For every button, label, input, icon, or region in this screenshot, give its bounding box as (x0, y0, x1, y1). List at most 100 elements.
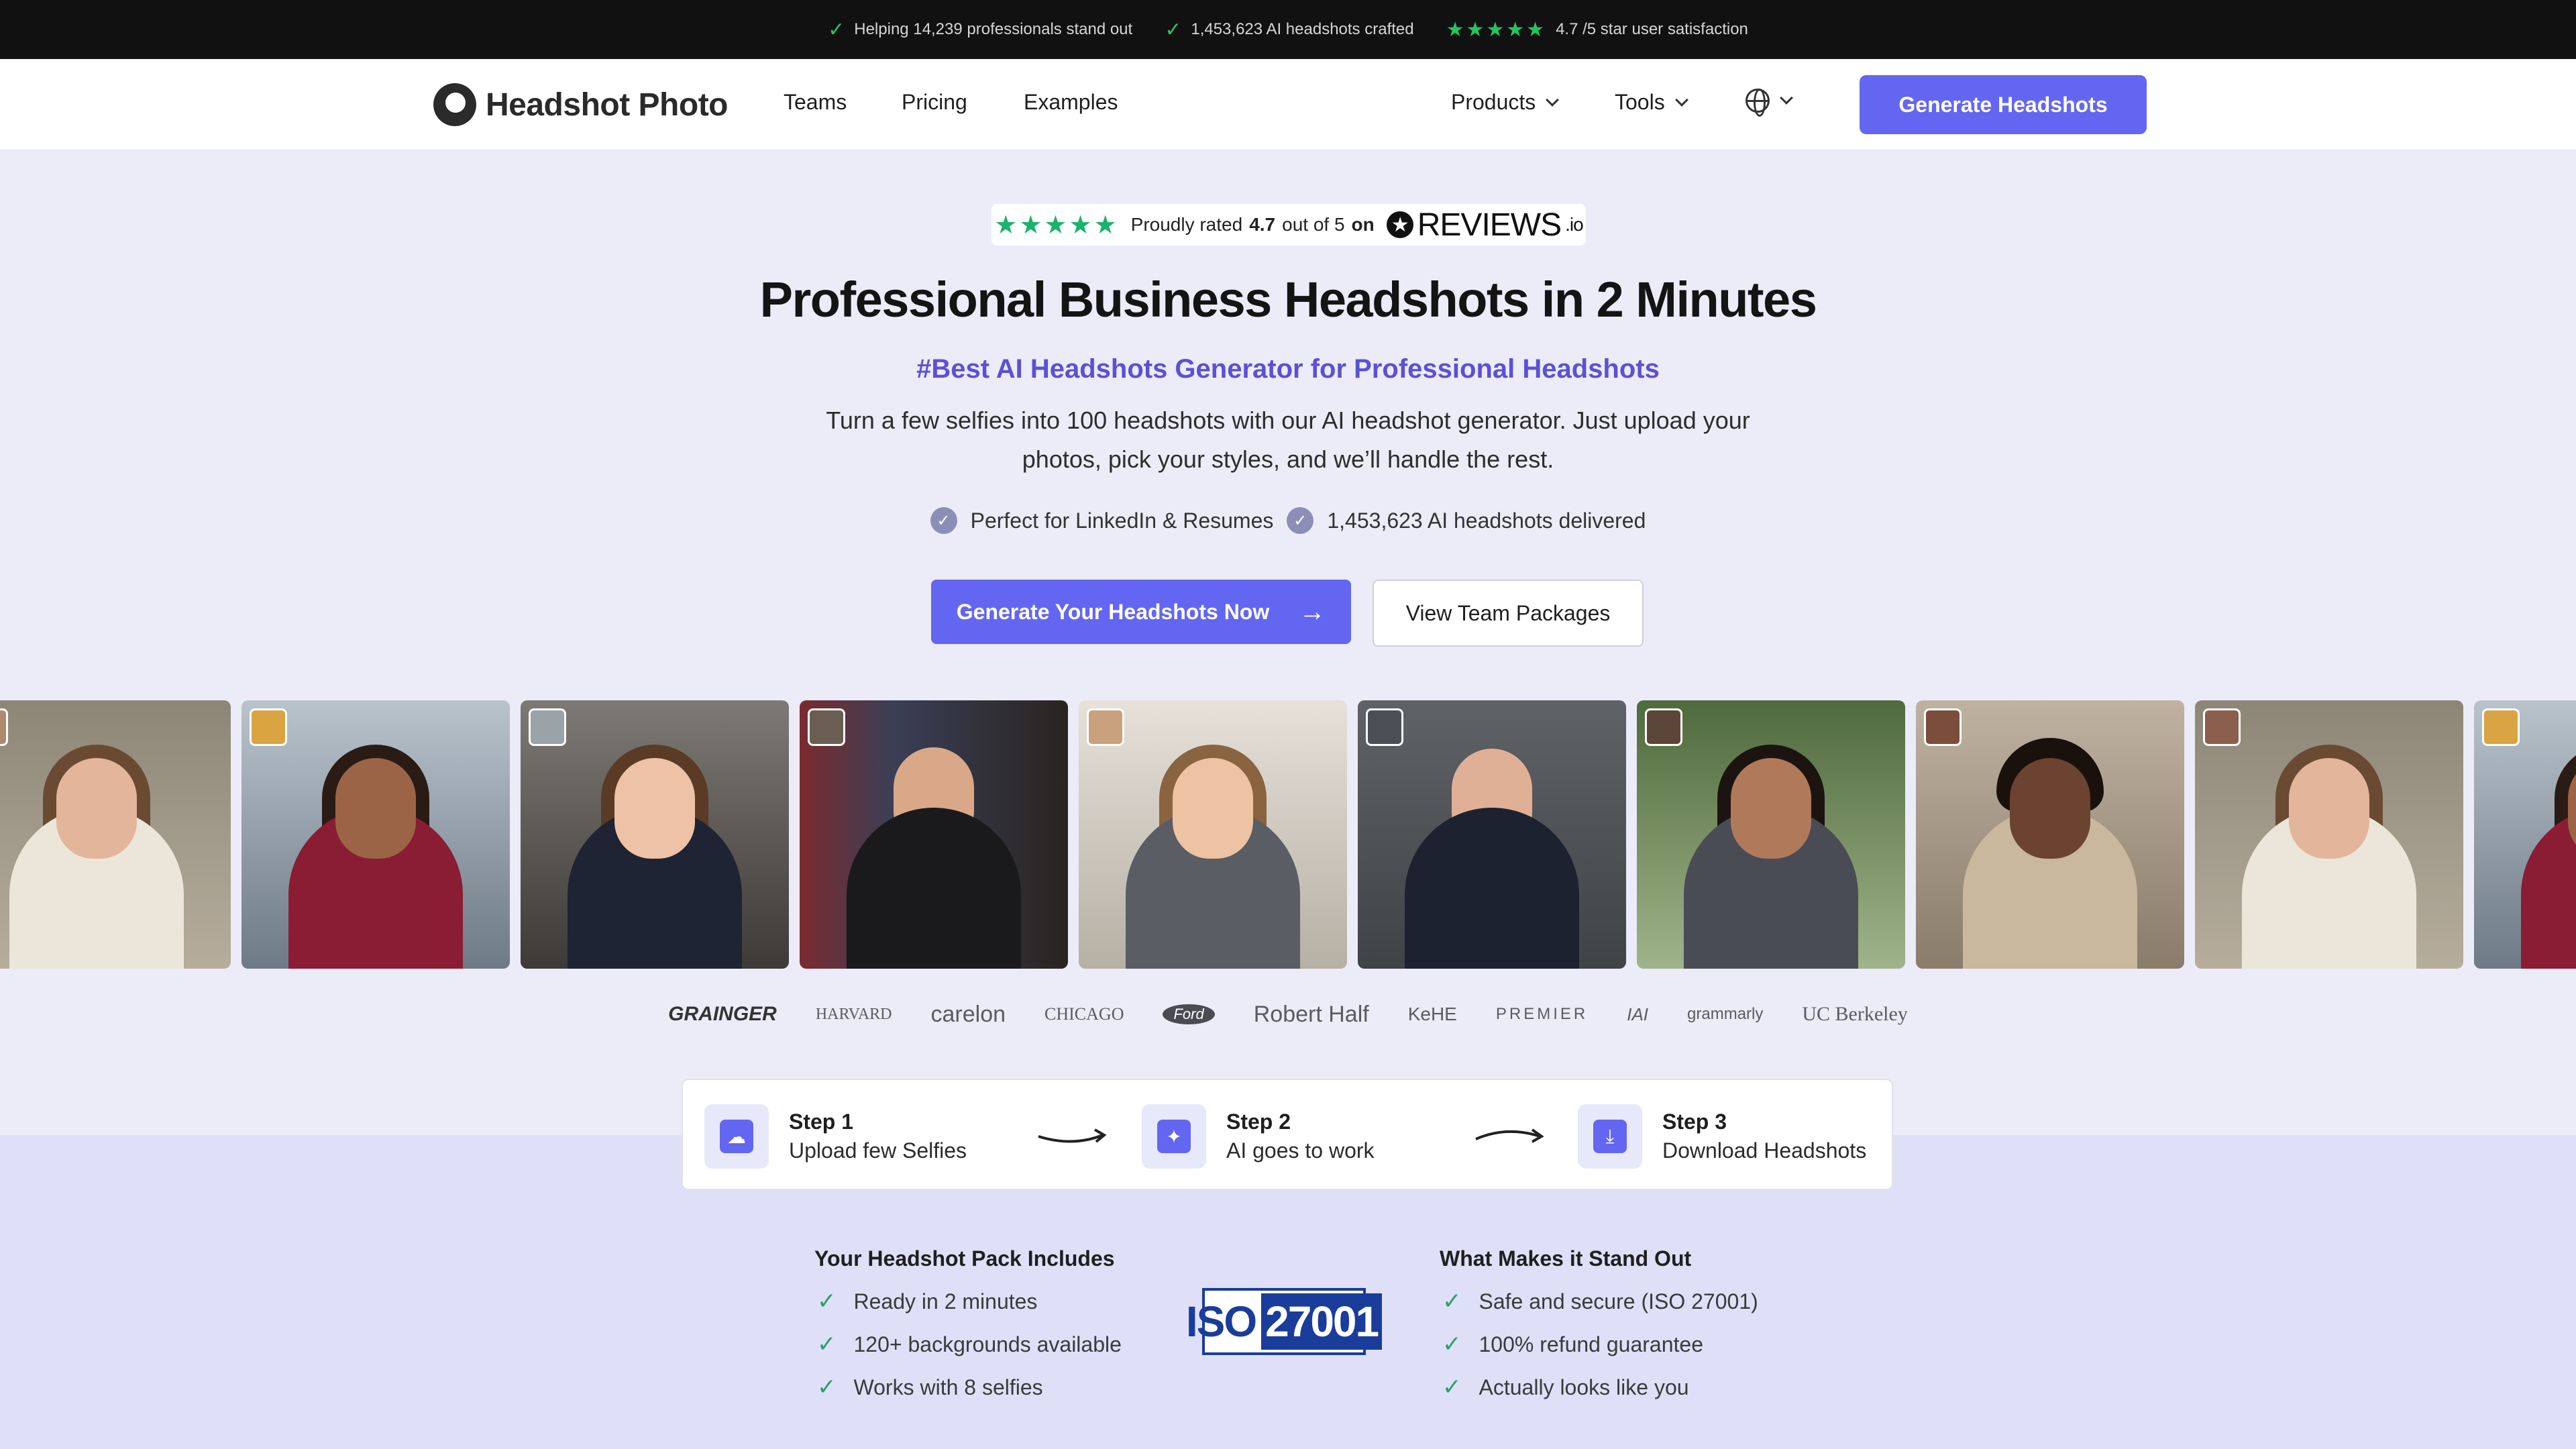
bullet-text: 1,453,623 AI headshots delivered (1327, 508, 1646, 533)
check-icon: ✓ (817, 1289, 837, 1314)
standout-item-text: Safe and secure (ISO 27001) (1479, 1289, 1758, 1313)
announcement-professionals: ✓ Helping 14,239 professionals stand out (828, 18, 1132, 42)
hero-subtitle: #Best AI Headshots Generator for Profess… (916, 354, 1660, 384)
step-upload: ☁ Step 1 Upload few Selfies (704, 1104, 967, 1169)
reviews-brand: REVIEWS (1417, 207, 1562, 243)
reviews-rating-badge[interactable]: ★★★★★ Proudly rated 4.7 out of 5 on ★ RE… (991, 204, 1586, 246)
rating-prefix: Proudly rated (1130, 214, 1243, 235)
tools-label: Tools (1615, 90, 1665, 114)
headshot-tile (1637, 700, 1905, 969)
headshot-tile (2474, 700, 2576, 969)
step-title: Step 3 (1662, 1110, 1727, 1134)
logo-grainger: GRAINGER (668, 1003, 777, 1025)
logo-ford: Ford (1163, 1004, 1215, 1024)
pack-item-text: 120+ backgrounds available (853, 1332, 1122, 1356)
page-title: Professional Business Headshots in 2 Min… (759, 272, 1817, 327)
standout-item: ✓ 100% refund guarantee (1442, 1331, 1703, 1358)
standout-item-text: Actually looks like you (1479, 1375, 1689, 1399)
chevron-down-icon (1674, 93, 1688, 107)
selfie-thumbnail (250, 708, 287, 746)
hero-description: Turn a few selfies into 100 headshots wi… (826, 407, 1750, 473)
logo-kehe: KeHE (1407, 1004, 1457, 1024)
rating-score: 4.7 (1249, 214, 1276, 235)
nav-link-teams[interactable]: Teams (784, 90, 847, 115)
check-icon: ✓ (1165, 18, 1182, 41)
logo-uc-berkeley: UC Berkeley (1802, 1003, 1908, 1025)
generate-headshots-now-button[interactable]: Generate Your Headshots Now → (931, 580, 1351, 644)
step-text: AI goes to work (1226, 1138, 1375, 1163)
star-rating-icon: ★★★★★ (994, 211, 1119, 239)
step-title: Step 2 (1226, 1110, 1291, 1134)
logo-grammarly: grammarly (1687, 1005, 1764, 1023)
tools-dropdown[interactable]: Tools (1615, 90, 1688, 115)
pack-item: ✓ 120+ backgrounds available (817, 1331, 1122, 1358)
selfie-thumbnail (1645, 708, 1682, 746)
standout-item: ✓ Actually looks like you (1442, 1374, 1689, 1401)
nav-link-examples[interactable]: Examples (1024, 90, 1118, 115)
check-icon: ✓ (1442, 1375, 1462, 1400)
logo-harvard: HARVARD (815, 1005, 892, 1023)
announcement-text: 4.7 /5 star user satisfaction (1556, 20, 1748, 38)
iso-badge-left: ISO (1185, 1297, 1257, 1346)
cta-label: Generate Your Headshots Now (956, 599, 1270, 624)
star-rating-icon: ★★★★★ (1446, 18, 1547, 41)
rating-on: on (1351, 214, 1375, 235)
logo-text: Headshot Photo (486, 87, 729, 123)
standout-item-text: 100% refund guarantee (1479, 1332, 1703, 1356)
logo-carelon: carelon (930, 1001, 1006, 1027)
view-team-packages-button[interactable]: View Team Packages (1373, 580, 1644, 647)
announcement-text: Helping 14,239 professionals stand out (854, 20, 1133, 38)
curved-arrow-icon (1038, 1128, 1107, 1143)
selfie-thumbnail (1924, 708, 1962, 746)
download-icon: ⤓ (1578, 1104, 1642, 1169)
logo-iai: IAI (1627, 1004, 1649, 1024)
bullet-delivered: ✓ 1,453,623 AI headshots delivered (1287, 507, 1646, 534)
client-logos: GRAINGER HARVARD carelon CHICAGO Ford Ro… (0, 1000, 2576, 1029)
reviews-star-icon: ★ (1386, 211, 1413, 238)
pack-item: ✓ Ready in 2 minutes (817, 1288, 1037, 1315)
steps-card: ☁ Step 1 Upload few Selfies ✦ Step 2 AI … (682, 1079, 1893, 1190)
stand-out-title: What Makes it Stand Out (1440, 1246, 1692, 1271)
products-label: Products (1451, 90, 1536, 114)
logo-premier: PREMIER (1495, 1005, 1589, 1023)
announcement-rating: ★★★★★ 4.7 /5 star user satisfaction (1446, 18, 1748, 42)
pack-includes-title: Your Headshot Pack Includes (814, 1246, 1115, 1271)
step-title: Step 1 (789, 1110, 854, 1134)
headshot-tile (241, 700, 510, 969)
step-text: Upload few Selfies (789, 1138, 967, 1163)
site-logo[interactable]: Headshot Photo (433, 83, 729, 126)
selfie-thumbnail (808, 708, 845, 746)
reviews-io-logo: ★ REVIEWS .io (1386, 207, 1584, 244)
announcement-bar: ✓ Helping 14,239 professionals stand out… (0, 0, 2576, 59)
products-dropdown[interactable]: Products (1451, 90, 1560, 115)
announcement-headshots: ✓ 1,453,623 AI headshots crafted (1165, 18, 1413, 42)
selfie-thumbnail (2203, 708, 2241, 746)
headshot-tile (1079, 700, 1347, 969)
iso-27001-badge: ISO 27001 (1186, 1288, 1383, 1355)
generate-headshots-button[interactable]: Generate Headshots (1860, 75, 2147, 134)
selfie-thumbnail (1087, 708, 1124, 746)
pack-item-text: Ready in 2 minutes (853, 1289, 1038, 1313)
selfie-thumbnail (529, 708, 566, 746)
nav-link-pricing[interactable]: Pricing (902, 90, 967, 115)
standout-item: ✓ Safe and secure (ISO 27001) (1442, 1288, 1758, 1315)
check-circle-icon: ✓ (1287, 507, 1314, 534)
step-text: Download Headshots (1662, 1138, 1867, 1163)
iso-badge-right: 27001 (1261, 1293, 1383, 1350)
check-icon: ✓ (1442, 1289, 1462, 1314)
language-selector[interactable] (1746, 89, 1793, 117)
sparkle-icon: ✦ (1142, 1104, 1206, 1169)
logo-icon (433, 83, 476, 126)
selfie-thumbnail (0, 708, 8, 746)
check-icon: ✓ (1442, 1332, 1462, 1357)
headshot-tile (1916, 700, 2184, 969)
arrow-right-icon: → (1299, 596, 1326, 627)
step-download: ⤓ Step 3 Download Headshots (1578, 1104, 1866, 1169)
reviews-brand-suffix: .io (1565, 214, 1584, 235)
step-ai: ✦ Step 2 AI goes to work (1142, 1104, 1375, 1169)
headshot-gallery (0, 700, 2576, 969)
upload-cloud-icon: ☁ (704, 1104, 769, 1169)
chevron-down-icon (1546, 93, 1560, 107)
headshot-tile (2195, 700, 2463, 969)
announcement-text: 1,453,623 AI headshots crafted (1191, 20, 1414, 38)
